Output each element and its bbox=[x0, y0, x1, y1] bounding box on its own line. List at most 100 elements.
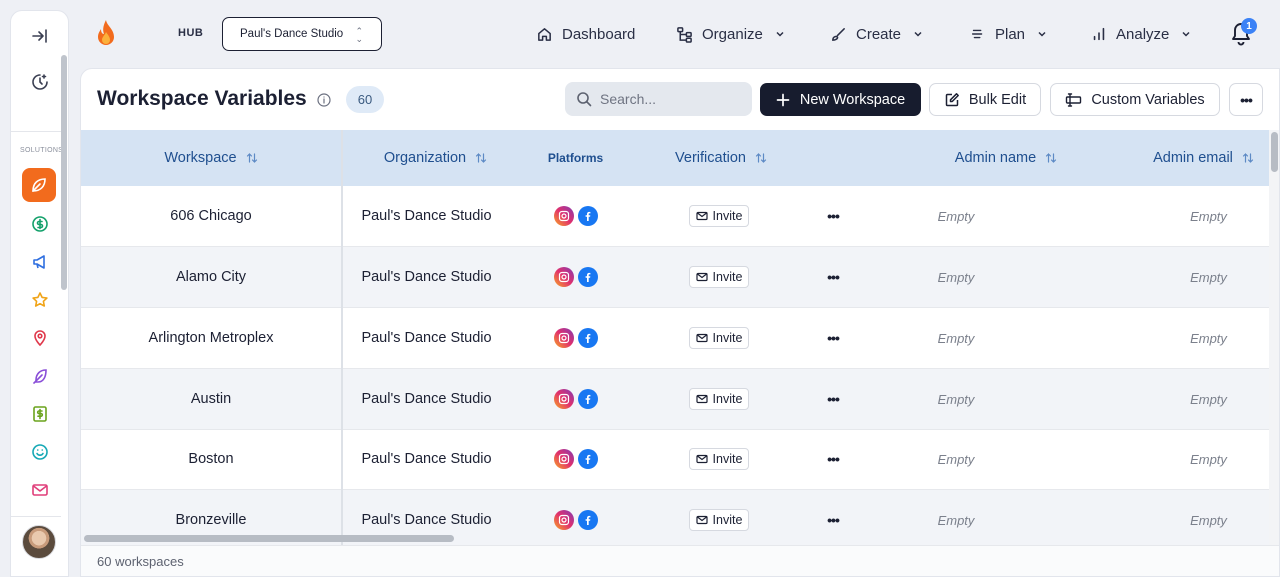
admin-email-cell[interactable]: Empty bbox=[1141, 186, 1269, 246]
sidebar-scrollbar[interactable] bbox=[61, 55, 67, 290]
invite-button[interactable]: Invite bbox=[688, 509, 750, 531]
search-icon bbox=[577, 92, 592, 107]
column-header-workspace[interactable]: Workspace bbox=[81, 130, 341, 186]
collapse-sidebar-icon[interactable] bbox=[27, 23, 53, 49]
mail-icon bbox=[695, 515, 708, 525]
nav-dashboard[interactable]: Dashboard bbox=[536, 20, 635, 48]
workspace-cell[interactable]: Boston bbox=[81, 429, 341, 489]
moon-clock-icon[interactable] bbox=[27, 69, 53, 95]
bulk-edit-label: Bulk Edit bbox=[968, 91, 1027, 108]
workspace-count-summary: 60 workspaces bbox=[97, 554, 184, 569]
admin-name-cell[interactable]: Empty bbox=[881, 429, 1031, 489]
row-actions-button[interactable]: ••• bbox=[818, 186, 848, 246]
smile-icon[interactable] bbox=[27, 439, 53, 465]
instagram-icon bbox=[554, 206, 574, 226]
nav-analyze[interactable]: Analyze bbox=[1091, 20, 1191, 48]
more-icon: ••• bbox=[827, 391, 840, 407]
sort-icon bbox=[246, 153, 257, 163]
sort-icon bbox=[476, 153, 487, 163]
organization-cell: Paul's Dance Studio bbox=[361, 330, 492, 346]
info-icon[interactable] bbox=[317, 93, 331, 107]
custom-variables-button[interactable]: Custom Variables bbox=[1050, 83, 1220, 116]
admin-name-cell[interactable]: Empty bbox=[881, 369, 1031, 429]
admin-name-cell[interactable]: Empty bbox=[881, 308, 1031, 368]
admin-email-cell[interactable]: Empty bbox=[1141, 429, 1269, 489]
table-row[interactable]: Boston Paul's Dance Studio Invite ••• Em… bbox=[81, 429, 1269, 490]
workspace-cell[interactable]: Arlington Metroplex bbox=[81, 308, 341, 368]
row-actions-button[interactable]: ••• bbox=[818, 369, 848, 429]
invite-label: Invite bbox=[712, 452, 743, 466]
chevron-down-icon bbox=[914, 31, 922, 37]
column-header-organization-label: Organization bbox=[383, 150, 467, 166]
table-row[interactable]: Austin Paul's Dance Studio Invite ••• Em… bbox=[81, 369, 1269, 430]
feather-icon[interactable] bbox=[27, 363, 53, 389]
search-box[interactable] bbox=[565, 82, 752, 116]
row-actions-button[interactable]: ••• bbox=[818, 429, 848, 489]
column-header-organization[interactable]: Organization bbox=[343, 130, 528, 186]
admin-email-cell[interactable]: Empty bbox=[1141, 247, 1269, 307]
admin-name-cell[interactable]: Empty bbox=[881, 247, 1031, 307]
vertical-scrollbar-thumb[interactable] bbox=[1271, 132, 1278, 172]
variable-icon bbox=[1066, 92, 1082, 107]
platforms-cell bbox=[526, 308, 626, 368]
workspace-cell[interactable]: Alamo City bbox=[81, 247, 341, 307]
vertical-scrollbar-track[interactable] bbox=[1269, 130, 1279, 545]
sort-icon bbox=[1242, 153, 1253, 163]
search-input[interactable] bbox=[600, 91, 740, 107]
new-workspace-button[interactable]: New Workspace bbox=[760, 83, 921, 116]
chevron-down-icon bbox=[776, 31, 784, 37]
workspace-cell[interactable]: 606 Chicago bbox=[81, 186, 341, 246]
nav-create[interactable]: Create bbox=[830, 20, 923, 48]
invite-button[interactable]: Invite bbox=[688, 388, 750, 410]
nav-create-label: Create bbox=[856, 25, 902, 43]
studio-selector[interactable]: Paul's Dance Studio ⌃ ⌄ bbox=[222, 17, 382, 51]
nav-plan[interactable]: Plan bbox=[970, 20, 1047, 48]
row-actions-button[interactable]: ••• bbox=[818, 247, 848, 307]
nav-organize[interactable]: Organize bbox=[676, 20, 785, 48]
more-icon: ••• bbox=[827, 208, 840, 224]
dollar-circle-icon[interactable] bbox=[27, 211, 53, 237]
workspace-cell[interactable]: Austin bbox=[81, 369, 341, 429]
verification-cell: Invite bbox=[659, 247, 779, 307]
studio-selector-value: Paul's Dance Studio bbox=[240, 28, 344, 40]
mail-icon bbox=[695, 454, 708, 464]
horizontal-scrollbar-thumb[interactable] bbox=[84, 535, 454, 542]
bulk-edit-button[interactable]: Bulk Edit bbox=[929, 83, 1041, 116]
platforms-cell bbox=[526, 247, 626, 307]
table-row[interactable]: Alamo City Paul's Dance Studio Invite ••… bbox=[81, 247, 1269, 308]
star-icon[interactable] bbox=[27, 287, 53, 313]
column-header-admin-name-label: Admin name bbox=[954, 150, 1037, 166]
dollar-square-icon[interactable] bbox=[27, 401, 53, 427]
column-header-platforms-label: Platforms bbox=[547, 151, 604, 165]
map-pin-icon[interactable] bbox=[27, 325, 53, 351]
table-row[interactable]: Arlington Metroplex Paul's Dance Studio … bbox=[81, 308, 1269, 369]
column-header-verification[interactable]: Verification bbox=[651, 130, 791, 186]
invite-button[interactable]: Invite bbox=[688, 327, 750, 349]
invite-button[interactable]: Invite bbox=[688, 448, 750, 470]
verification-cell: Invite bbox=[659, 429, 779, 489]
column-header-platforms: Platforms bbox=[528, 130, 623, 186]
column-header-admin-email[interactable]: Admin email bbox=[1141, 130, 1266, 186]
avatar[interactable] bbox=[22, 525, 56, 559]
table-row[interactable]: 606 Chicago Paul's Dance Studio Invite •… bbox=[81, 186, 1269, 247]
platforms-cell bbox=[526, 429, 626, 489]
row-actions-button[interactable]: ••• bbox=[818, 308, 848, 368]
invite-button[interactable]: Invite bbox=[688, 205, 750, 227]
mail-icon bbox=[695, 394, 708, 404]
instagram-icon bbox=[554, 389, 574, 409]
invite-button[interactable]: Invite bbox=[688, 266, 750, 288]
mail-icon[interactable] bbox=[27, 477, 53, 503]
more-options-button[interactable]: ••• bbox=[1229, 83, 1263, 116]
nav-organize-label: Organize bbox=[702, 25, 763, 43]
column-header-admin-name[interactable]: Admin name bbox=[881, 130, 1131, 186]
leaf-icon[interactable] bbox=[22, 168, 56, 202]
verification-cell: Invite bbox=[659, 308, 779, 368]
admin-name-cell[interactable]: Empty bbox=[881, 186, 1031, 246]
megaphone-icon[interactable] bbox=[27, 249, 53, 275]
admin-email-cell[interactable]: Empty bbox=[1141, 369, 1269, 429]
admin-email-cell[interactable]: Empty bbox=[1141, 308, 1269, 368]
flame-logo-icon[interactable] bbox=[93, 19, 119, 49]
organization-cell: Paul's Dance Studio bbox=[361, 208, 492, 224]
platforms-cell bbox=[526, 369, 626, 429]
instagram-icon bbox=[554, 449, 574, 469]
